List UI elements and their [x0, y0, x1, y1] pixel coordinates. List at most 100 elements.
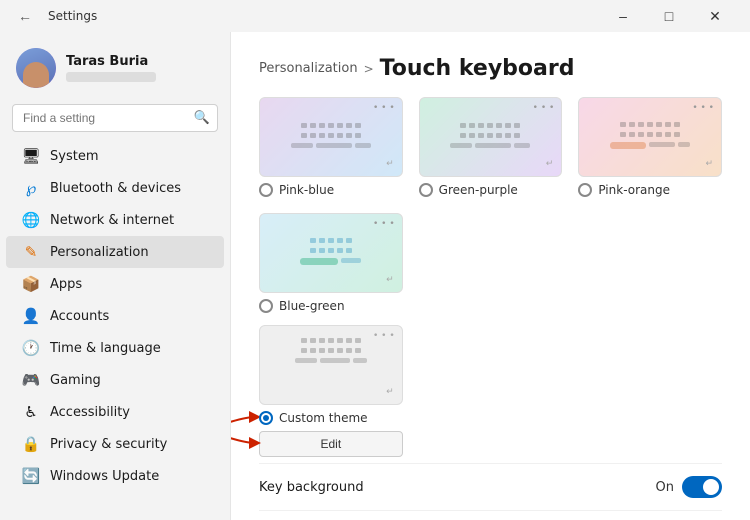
theme-card-green-purple[interactable]: • • • ↵: [419, 97, 563, 197]
enter-green-purple: ↵: [546, 159, 554, 169]
window-title: Settings: [48, 9, 97, 23]
sidebar-item-accounts-label: Accounts: [50, 309, 109, 324]
enter-custom: ↵: [386, 387, 394, 397]
apps-icon: 📦: [22, 275, 40, 293]
keyboard-inner-blue-green: [260, 226, 402, 281]
theme-label-row-green-purple: Green-purple: [419, 183, 518, 197]
radio-blue-green[interactable]: [259, 299, 273, 313]
setting-value-key-background: On: [656, 476, 722, 498]
window-controls: – □ ✕: [600, 0, 738, 32]
sidebar-item-apps-label: Apps: [50, 277, 82, 292]
enter-pink-blue: ↵: [386, 159, 394, 169]
sidebar-item-bluetooth-label: Bluetooth & devices: [50, 181, 181, 196]
bluetooth-icon: ℘: [22, 179, 40, 197]
sidebar-item-system-label: System: [50, 149, 98, 164]
user-section: Taras Buria: [0, 40, 230, 100]
sidebar-item-network[interactable]: 🌐 Network & internet: [6, 204, 224, 236]
theme-label-row-blue-green: Blue-green: [259, 299, 345, 313]
enter-blue-green: ↵: [386, 275, 394, 285]
theme-label-green-purple: Green-purple: [439, 183, 518, 197]
gaming-icon: 🎮: [22, 371, 40, 389]
theme-label-pink-blue: Pink-blue: [279, 183, 334, 197]
arrow-indicator-2: [230, 431, 263, 453]
theme-card-pink-blue[interactable]: • • • ↵: [259, 97, 403, 197]
close-button[interactable]: ✕: [692, 0, 738, 32]
keyboard-inner-pink-blue: [260, 111, 402, 164]
custom-theme-label: Custom theme: [279, 411, 368, 425]
theme-card-blue-green[interactable]: • • • ↵: [259, 213, 403, 313]
content-area: Personalization > Touch keyboard • • •: [230, 32, 750, 520]
sidebar-item-accounts[interactable]: 👤 Accounts: [6, 300, 224, 332]
close-dots-green-purple: • • •: [533, 103, 555, 113]
sidebar-item-privacy[interactable]: 🔒 Privacy & security: [6, 428, 224, 460]
enter-pink-orange: ↵: [705, 159, 713, 169]
system-icon: 🖥: [22, 147, 40, 165]
theme-label-row-pink-blue: Pink-blue: [259, 183, 334, 197]
key-background-toggle[interactable]: [682, 476, 722, 498]
sidebar-item-update[interactable]: 🔄 Windows Update: [6, 460, 224, 492]
update-icon: 🔄: [22, 467, 40, 485]
close-dots-custom: • • •: [373, 331, 395, 341]
sidebar-item-personalization-label: Personalization: [50, 245, 149, 260]
themes-row2: • • • ↵: [259, 213, 722, 313]
keyboard-inner-green-purple: [420, 111, 562, 164]
sidebar-item-privacy-label: Privacy & security: [50, 437, 167, 452]
breadcrumb-current: Touch keyboard: [380, 56, 575, 81]
sidebar-item-system[interactable]: 🖥 System: [6, 140, 224, 172]
edit-button[interactable]: Edit: [259, 431, 403, 457]
sidebar-item-bluetooth[interactable]: ℘ Bluetooth & devices: [6, 172, 224, 204]
arrow-svg-2: [230, 431, 263, 453]
main-content: Taras Buria 🔍 🖥 System ℘ Bluetooth & dev…: [0, 32, 750, 520]
user-name: Taras Buria: [66, 54, 156, 69]
theme-preview-green-purple: • • • ↵: [419, 97, 563, 177]
sidebar: Taras Buria 🔍 🖥 System ℘ Bluetooth & dev…: [0, 32, 230, 520]
theme-card-pink-orange[interactable]: • • • ↵: [578, 97, 722, 197]
custom-theme-section: • • • ↵: [259, 325, 722, 457]
title-bar-left: ← Settings: [12, 6, 97, 26]
time-icon: 🕐: [22, 339, 40, 357]
breadcrumb: Personalization > Touch keyboard: [259, 56, 722, 81]
search-input[interactable]: [12, 104, 218, 132]
avatar: [16, 48, 56, 88]
sidebar-item-accessibility-label: Accessibility: [50, 405, 130, 420]
close-dots-pink-orange: • • •: [692, 103, 714, 113]
privacy-icon: 🔒: [22, 435, 40, 453]
accessibility-icon: ♿: [22, 403, 40, 421]
sidebar-item-accessibility[interactable]: ♿ Accessibility: [6, 396, 224, 428]
theme-preview-blue-green: • • • ↵: [259, 213, 403, 293]
toggle-label: On: [656, 480, 674, 495]
custom-theme-card: • • • ↵: [259, 325, 403, 457]
maximize-button[interactable]: □: [646, 0, 692, 32]
theme-preview-pink-blue: • • • ↵: [259, 97, 403, 177]
radio-pink-blue[interactable]: [259, 183, 273, 197]
radio-green-purple[interactable]: [419, 183, 433, 197]
user-email: [66, 72, 156, 82]
search-box: 🔍: [12, 104, 218, 132]
network-icon: 🌐: [22, 211, 40, 229]
accounts-icon: 👤: [22, 307, 40, 325]
sidebar-item-update-label: Windows Update: [50, 469, 159, 484]
theme-label-pink-orange: Pink-orange: [598, 183, 670, 197]
setting-label-key-background: Key background: [259, 480, 364, 495]
custom-label-row: Custom theme: [259, 411, 403, 425]
sidebar-item-gaming[interactable]: 🎮 Gaming: [6, 364, 224, 396]
setting-row-key-background: Key background On: [259, 463, 722, 510]
sidebar-item-gaming-label: Gaming: [50, 373, 101, 388]
minimize-button[interactable]: –: [600, 0, 646, 32]
sidebar-item-apps[interactable]: 📦 Apps: [6, 268, 224, 300]
custom-preview: • • • ↵: [259, 325, 403, 405]
theme-label-blue-green: Blue-green: [279, 299, 345, 313]
themes-grid: • • • ↵: [259, 97, 722, 197]
sidebar-item-time[interactable]: 🕐 Time & language: [6, 332, 224, 364]
back-button[interactable]: ←: [12, 6, 38, 26]
keyboard-inner-pink-orange: [579, 110, 721, 165]
sidebar-item-personalization[interactable]: ✎ Personalization: [6, 236, 224, 268]
radio-custom[interactable]: [259, 411, 273, 425]
personalization-icon: ✎: [22, 243, 40, 261]
sidebar-item-time-label: Time & language: [50, 341, 161, 356]
theme-label-row-pink-orange: Pink-orange: [578, 183, 670, 197]
setting-row-key-text-size: Key text size Small ⌄: [259, 510, 722, 520]
radio-pink-orange[interactable]: [578, 183, 592, 197]
breadcrumb-separator: >: [364, 62, 374, 76]
close-dots-blue-green: • • •: [373, 219, 395, 229]
